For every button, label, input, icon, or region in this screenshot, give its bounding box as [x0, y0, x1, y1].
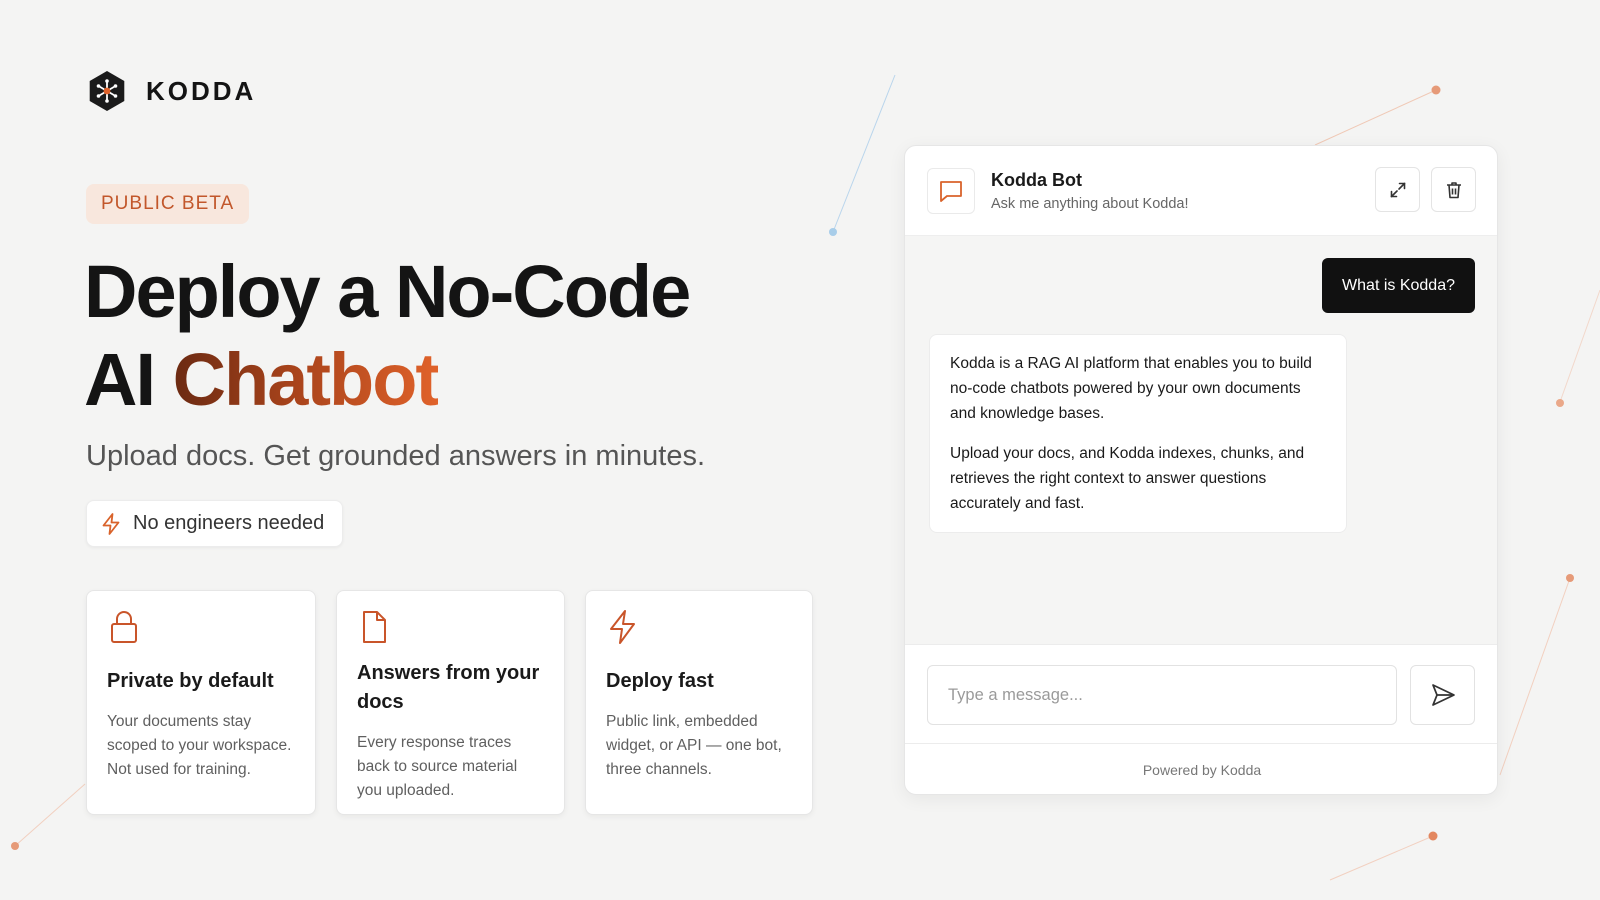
chat-bubble-icon: [940, 181, 962, 202]
chat-tagline: Ask me anything about Kodda!: [991, 196, 1189, 212]
expand-button[interactable]: [1375, 167, 1420, 212]
document-icon: [363, 611, 386, 643]
lock-icon: [111, 611, 137, 643]
no-engineers-chip: No engineers needed: [86, 500, 344, 547]
trash-icon: [1446, 181, 1461, 198]
brand[interactable]: KODDA: [86, 70, 256, 112]
hero-title-accent: Chatbot: [172, 338, 440, 421]
chat-header: Kodda Bot Ask me anything about Kodda!: [905, 146, 1497, 236]
hexagon-network-icon: [89, 71, 125, 111]
beta-badge: PUBLIC BETA: [86, 184, 250, 224]
hero-title: Deploy a No-Code AI Chatbot: [84, 248, 691, 424]
bot-message: Kodda is a RAG AI platform that enables …: [929, 334, 1347, 533]
chat-widget: Kodda Bot Ask me anything about Kodda! W…: [904, 145, 1498, 795]
message-input[interactable]: [927, 665, 1397, 725]
feature-title: Deploy fast: [606, 670, 714, 692]
no-engineers-label: No engineers needed: [133, 512, 325, 534]
feature-card-private: Private by default Your documents stay s…: [86, 590, 316, 815]
feature-card-deploy: Deploy fast Public link, embedded widget…: [585, 590, 813, 815]
feature-body: Your documents stay scoped to your works…: [107, 713, 292, 778]
chat-input-row: [905, 644, 1497, 744]
bot-message-paragraph: Kodda is a RAG AI platform that enables …: [950, 355, 1312, 422]
bolt-icon: [610, 610, 635, 644]
feature-card-docs: Answers from your docs Every response tr…: [336, 590, 565, 815]
bolt-icon: [102, 512, 120, 535]
expand-icon: [1390, 182, 1405, 197]
hero-subtitle: Upload docs. Get grounded answers in min…: [86, 440, 706, 472]
send-icon: [1431, 684, 1455, 706]
hero-title-line1: Deploy a No-Code: [84, 250, 691, 333]
send-button[interactable]: [1410, 665, 1475, 725]
feature-body: Every response traces back to source mat…: [357, 734, 518, 799]
hero-title-line2: AI: [84, 338, 173, 421]
chat-avatar: [927, 168, 975, 214]
feature-title: Answers from your docs: [357, 662, 540, 713]
bot-message-paragraph: Upload your docs, and Kodda indexes, chu…: [950, 445, 1305, 512]
feature-body: Public link, embedded widget, or API — o…: [606, 713, 782, 778]
brand-name: KODDA: [146, 75, 257, 106]
chat-bot-name: Kodda Bot: [991, 170, 1082, 190]
feature-title: Private by default: [107, 670, 274, 692]
chat-messages: What is Kodda? Kodda is a RAG AI platfor…: [905, 236, 1497, 644]
feature-cards: Private by default Your documents stay s…: [86, 590, 813, 815]
powered-by: Powered by Kodda: [1142, 762, 1262, 778]
user-message: What is Kodda?: [1322, 258, 1475, 313]
delete-chat-button[interactable]: [1431, 167, 1476, 212]
